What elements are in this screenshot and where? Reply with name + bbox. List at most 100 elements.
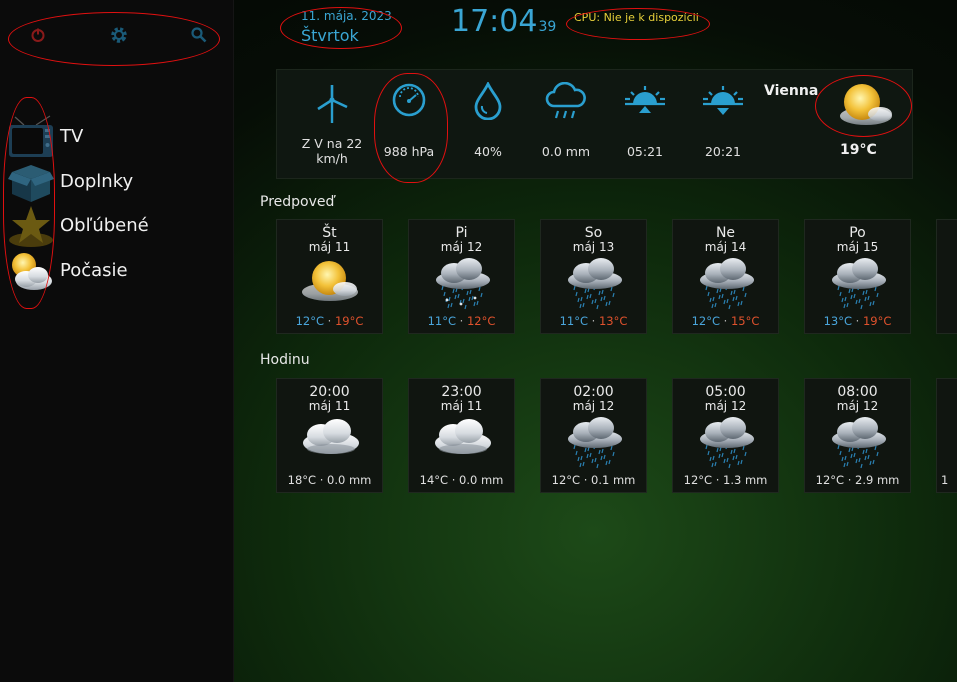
sunrise-cell: 05:21 <box>610 70 680 178</box>
weather-screen: TV Doplnky Obľúbené Počasie 11. mája. 20… <box>0 0 957 682</box>
hourly-card[interactable]: 02:00 máj 12 12°C · 0.1 mm <box>540 378 647 493</box>
weekday-text: Štvrtok <box>301 26 359 45</box>
clock: 17:0439 <box>451 4 556 39</box>
rain-icon <box>695 415 757 475</box>
hourly-time: 08:00 <box>837 384 878 400</box>
precipitation-value: 0.0 mm <box>541 144 591 159</box>
forecast-temp-range: 11°C · 12°C <box>409 314 514 328</box>
forecast-day-name: So <box>584 225 603 241</box>
forecast-high: 13°C <box>598 314 628 328</box>
forecast-day-card[interactable]: So máj 13 11°C · 13°C <box>540 219 647 334</box>
date-text: 11. mája. 2023 <box>301 9 392 23</box>
sidebar-item-label: Obľúbené <box>60 215 149 236</box>
cpu-status: CPU: Nie je k dispozícii <box>574 11 699 24</box>
precipitation-cell: 0.0 mm <box>531 70 601 178</box>
forecast-separator: · <box>324 314 335 328</box>
sidebar-item-addons[interactable]: Doplnky <box>8 160 223 204</box>
forecast-temp-range: 13°C · 19°C <box>805 314 910 328</box>
forecast-separator: · <box>456 314 467 328</box>
forecast-low: 12°C <box>691 314 721 328</box>
rain-snow-icon <box>431 256 493 316</box>
rain-cloud-icon <box>544 81 588 126</box>
search-icon[interactable] <box>186 22 212 48</box>
forecast-day-card[interactable]: Pi máj 12 11°C · 12°C <box>408 219 515 334</box>
hourly-time: 02:00 <box>573 384 614 400</box>
rain-icon <box>563 415 625 475</box>
current-temperature: 19°C <box>840 142 877 158</box>
humidity-drop-icon <box>472 80 504 124</box>
hourly-date: máj 12 <box>572 399 615 413</box>
sidebar-item-label: TV <box>60 126 84 147</box>
hourly-info: 12°C · 2.9 mm <box>815 473 900 487</box>
hourly-date: máj 12 <box>836 399 879 413</box>
sunset-cell: 20:21 <box>688 70 758 178</box>
forecast-high: 19°C <box>862 314 892 328</box>
hourly-card[interactable]: 23:00 máj 11 14°C · 0.0 mm <box>408 378 515 493</box>
forecast-day-card[interactable]: Ne máj 14 12°C · 15°C <box>672 219 779 334</box>
sunrise-icon <box>623 84 667 124</box>
forecast-day-name: Št <box>322 225 337 241</box>
forecast-day-date: máj 13 <box>572 240 615 254</box>
forecast-low: 13°C <box>823 314 853 328</box>
sidebar-item-label: Počasie <box>60 260 128 281</box>
hourly-date: máj 11 <box>440 399 483 413</box>
sidebar-item-weather[interactable]: Počasie <box>8 249 223 293</box>
wind-value: Z V na 22 km/h <box>297 136 367 166</box>
pressure-cell: 988 hPa <box>374 70 444 178</box>
forecast-high: 15°C <box>730 314 760 328</box>
hourly-info-partial: 1 <box>941 473 949 487</box>
hourly-info: 14°C · 0.0 mm <box>419 473 504 487</box>
sidebar-top-icons <box>20 22 220 48</box>
sidebar: TV Doplnky Obľúbené Počasie <box>0 0 234 682</box>
forecast-title: Predpoveď <box>260 194 335 210</box>
wind-turbine-icon <box>315 84 349 128</box>
forecast-separator: · <box>852 314 863 328</box>
wind-value-line1: Z V na 22 <box>301 136 363 151</box>
forecast-low: 11°C <box>559 314 589 328</box>
hourly-title: Hodinu <box>260 352 310 368</box>
cloud-icon <box>431 415 493 463</box>
hourly-card-partial[interactable]: 1 <box>936 378 957 493</box>
tv-icon <box>8 115 54 159</box>
forecast-separator: · <box>720 314 731 328</box>
forecast-day-date: máj 11 <box>308 240 351 254</box>
sidebar-item-favourites[interactable]: Obľúbené <box>8 204 223 248</box>
hourly-date: máj 12 <box>704 399 747 413</box>
forecast-day-date: máj 15 <box>836 240 879 254</box>
forecast-high: 19°C <box>334 314 364 328</box>
hourly-card[interactable]: 08:00 máj 12 12°C · 2.9 mm <box>804 378 911 493</box>
city-name: Vienna <box>764 83 819 99</box>
star-icon <box>8 204 54 248</box>
hourly-time: 23:00 <box>441 384 482 400</box>
forecast-day-card-partial[interactable] <box>936 219 957 334</box>
current-weather-icon <box>836 80 896 136</box>
forecast-day-date: máj 12 <box>440 240 483 254</box>
humidity-cell: 40% <box>453 70 523 178</box>
clock-time: 17:04 <box>451 4 538 39</box>
forecast-day-card[interactable]: Po máj 15 13°C · 19°C <box>804 219 911 334</box>
hourly-info: 12°C · 1.3 mm <box>683 473 768 487</box>
forecast-day-name: Po <box>849 225 866 241</box>
forecast-separator: · <box>588 314 599 328</box>
rain-icon <box>563 256 625 316</box>
box-icon <box>8 160 54 204</box>
sidebar-item-label: Doplnky <box>60 171 134 192</box>
weather-icon <box>8 249 54 293</box>
hourly-time: 05:00 <box>705 384 746 400</box>
hourly-card[interactable]: 05:00 máj 12 12°C · 1.3 mm <box>672 378 779 493</box>
hourly-time: 20:00 <box>309 384 350 400</box>
forecast-high: 12°C <box>466 314 496 328</box>
clock-seconds: 39 <box>538 19 557 35</box>
sidebar-item-tv[interactable]: TV <box>8 115 223 159</box>
sunrise-value: 05:21 <box>626 144 664 159</box>
header-date: 11. mája. 2023 Štvrtok <box>301 9 392 45</box>
rain-icon <box>827 256 889 316</box>
power-icon[interactable] <box>25 22 51 48</box>
forecast-day-name: Pi <box>455 225 468 241</box>
sunset-icon <box>701 84 745 124</box>
hourly-card[interactable]: 20:00 máj 11 18°C · 0.0 mm <box>276 378 383 493</box>
forecast-temp-range: 11°C · 13°C <box>541 314 646 328</box>
humidity-value: 40% <box>474 144 502 159</box>
forecast-day-card[interactable]: Št máj 11 12°C · 19°C <box>276 219 383 334</box>
gear-icon[interactable] <box>106 22 132 48</box>
